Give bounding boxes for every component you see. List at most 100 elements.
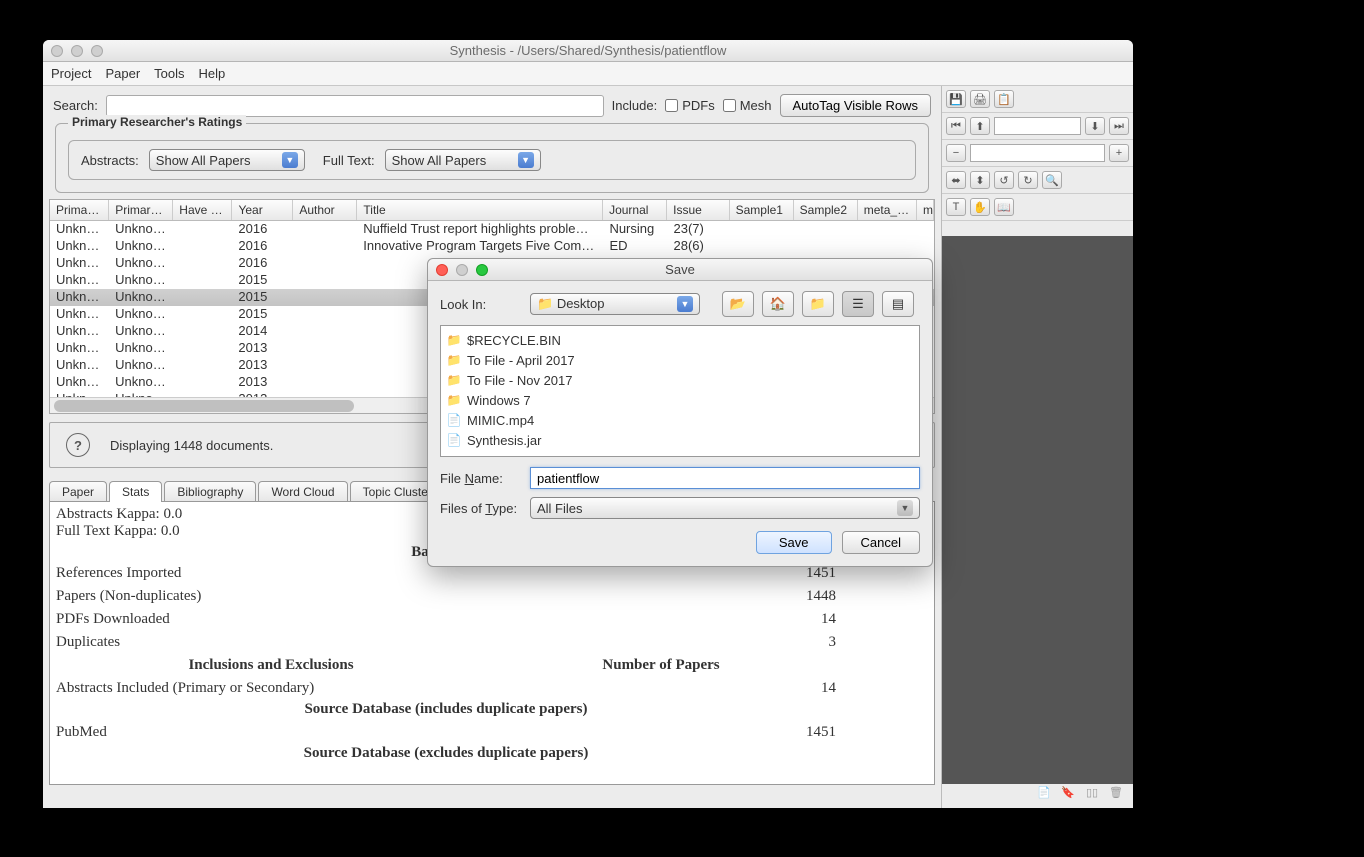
table-row[interactable]: UnknownUnknown2016Nuffield Trust report … [50,221,934,238]
down-icon[interactable]: ⬇ [1085,117,1105,135]
menu-paper[interactable]: Paper [105,66,140,81]
pubmed-label: PubMed [56,724,756,741]
filetype-combo[interactable]: All Files ▼ [530,497,920,519]
dups-label: Duplicates [56,634,756,651]
list-view-button[interactable]: ☰ [842,291,874,317]
fit-page-icon[interactable]: ⬍ [970,171,990,189]
scroll-thumb[interactable] [54,400,354,412]
zoom-icon[interactable] [476,264,488,276]
search-input[interactable] [106,95,604,117]
save-dialog: Save Look In: 📁 Desktop ▼ 📂 🏠 📁 ☰ ▤ 📁$RE… [427,258,933,567]
print-icon[interactable]: 🖨 [970,90,990,108]
list-item[interactable]: 📄Synthesis.jar [447,430,913,450]
zoom-input[interactable] [970,144,1105,162]
save-icon[interactable]: 💾 [946,90,966,108]
tab-paper[interactable]: Paper [49,481,107,502]
details-view-button[interactable]: ▤ [882,291,914,317]
col-journal[interactable]: Journal [603,200,667,220]
rotate-left-icon[interactable]: ↺ [994,171,1014,189]
include-mesh-checkbox[interactable]: Mesh [723,98,772,113]
pdfs-label: PDFs Downloaded [56,611,756,628]
menu-tools[interactable]: Tools [154,66,184,81]
pages-icon[interactable]: ▯▯ [1083,784,1101,800]
bookmark-icon[interactable]: 🔖 [1059,784,1077,800]
pdf-viewport [942,236,1133,784]
dups-value: 3 [756,634,836,651]
first-page-icon[interactable]: ⏮ [946,117,966,135]
minimize-icon[interactable] [71,45,83,57]
help-icon[interactable]: ? [66,433,90,457]
absinc-label: Abstracts Included (Primary or Secondary… [56,680,756,697]
col-m[interactable]: m [917,200,934,220]
search-doc-icon[interactable]: 🔍 [1042,171,1062,189]
up-folder-button[interactable]: 📂 [722,291,754,317]
list-item[interactable]: 📁To File - April 2017 [447,350,913,370]
papers-label: Papers (Non-duplicates) [56,588,756,605]
chevron-down-icon: ▼ [282,152,298,168]
last-page-icon[interactable]: ⏭ [1109,117,1129,135]
page-input[interactable] [994,117,1081,135]
filetype-label: Files of Type: [440,501,522,516]
zoom-icon[interactable] [91,45,103,57]
page-icon[interactable]: 📄 [1035,784,1053,800]
abstracts-combo[interactable]: Show All Papers ▼ [149,149,305,171]
file-list[interactable]: 📁$RECYCLE.BIN📁To File - April 2017📁To Fi… [440,325,920,457]
traffic-lights [51,45,103,57]
close-icon[interactable] [436,264,448,276]
menu-help[interactable]: Help [199,66,226,81]
table-row[interactable]: UnknownUnknown2016Innovative Program Tar… [50,238,934,255]
folder-icon: 📁 [447,334,461,346]
col-metafir[interactable]: meta_Fir… [858,200,917,220]
tab-bibliography[interactable]: Bibliography [164,481,256,502]
text-select-icon[interactable]: T [946,198,966,216]
col-sample1[interactable]: Sample1 [730,200,794,220]
lookin-combo[interactable]: 📁 Desktop ▼ [530,293,700,315]
zoom-out-icon[interactable]: − [946,144,966,162]
close-icon[interactable] [51,45,63,57]
col-primary2[interactable]: Primary … [109,200,173,220]
rotate-right-icon[interactable]: ↻ [1018,171,1038,189]
home-button[interactable]: 🏠 [762,291,794,317]
tab-stats[interactable]: Stats [109,481,162,502]
filename-input[interactable] [530,467,920,489]
col-sample2[interactable]: Sample2 [794,200,858,220]
folder-up-icon: 📂 [730,296,746,312]
chevron-down-icon: ▼ [518,152,534,168]
save-button[interactable]: Save [756,531,832,554]
cancel-button[interactable]: Cancel [842,531,920,554]
toolbar-view: ⬌ ⬍ ↺ ↻ 🔍 [942,167,1133,194]
menu-project[interactable]: Project [51,66,91,81]
book-icon[interactable]: 📖 [994,198,1014,216]
ratings-panel: Primary Researcher's Ratings Abstracts: … [55,123,929,193]
srcnodup-heading: Source Database (excludes duplicate pape… [196,745,696,762]
include-pdfs-checkbox[interactable]: PDFs [665,98,715,113]
search-label: Search: [53,98,98,113]
col-year[interactable]: Year [232,200,293,220]
absinc-value: 14 [756,680,836,697]
fulltext-combo[interactable]: Show All Papers ▼ [385,149,541,171]
zoom-in-icon[interactable]: + [1109,144,1129,162]
toolbar-nav: ⏮ ⬆ ⬇ ⏭ [942,113,1133,140]
col-title[interactable]: Title [357,200,603,220]
list-item[interactable]: 📄MIMIC.mp4 [447,410,913,430]
new-folder-button[interactable]: 📁 [802,291,834,317]
list-item[interactable]: 📁To File - Nov 2017 [447,370,913,390]
trash-icon[interactable]: 🗑 [1107,784,1125,800]
tab-wordcloud[interactable]: Word Cloud [258,481,347,502]
list-item[interactable]: 📁Windows 7 [447,390,913,410]
chevron-down-icon: ▼ [897,500,913,516]
autotag-button[interactable]: AutoTag Visible Rows [780,94,932,117]
window-title: Synthesis - /Users/Shared/Synthesis/pati… [450,43,727,58]
list-item[interactable]: 📁$RECYCLE.BIN [447,330,913,350]
hand-icon[interactable]: ✋ [970,198,990,216]
up-icon[interactable]: ⬆ [970,117,990,135]
ratings-legend: Primary Researcher's Ratings [68,115,246,129]
list-icon: ☰ [852,296,864,312]
col-havepdf[interactable]: Have PDF [173,200,232,220]
col-issue[interactable]: Issue [667,200,729,220]
fit-width-icon[interactable]: ⬌ [946,171,966,189]
filename-label: File Name: [440,471,522,486]
col-primary1[interactable]: Primary … [50,200,109,220]
col-author[interactable]: Author [293,200,357,220]
copy-icon[interactable]: 📋 [994,90,1014,108]
